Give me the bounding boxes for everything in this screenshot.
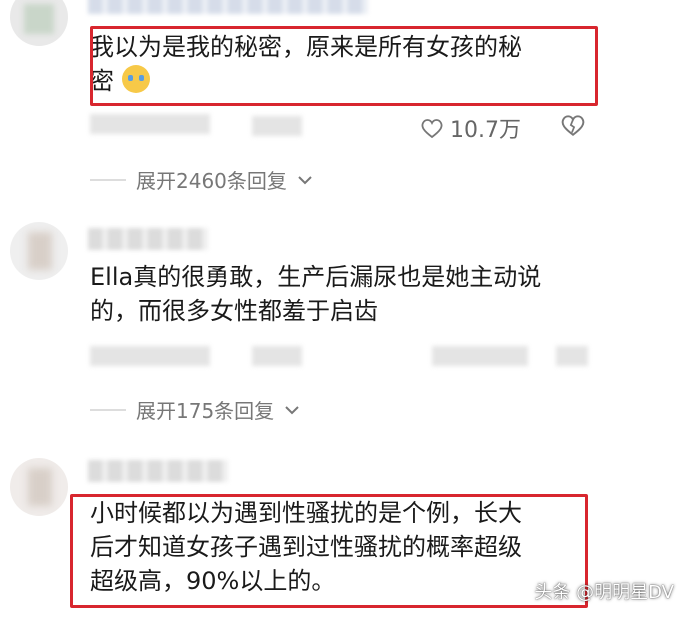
timestamp-blurred xyxy=(90,346,210,366)
expand-replies-button[interactable]: 展开2460条回复 xyxy=(90,165,313,194)
location-blurred xyxy=(252,346,302,366)
expand-replies-button[interactable]: 展开175条回复 xyxy=(90,395,300,424)
watermark: 头条 @明明星DV xyxy=(534,582,674,603)
expand-replies-label: 展开2460条回复 xyxy=(136,169,287,193)
username-blurred[interactable] xyxy=(88,228,208,250)
comment-text-line: 的，而很多女性都羞于启齿 xyxy=(90,297,378,325)
expand-replies-label: 展开175条回复 xyxy=(136,399,275,423)
chevron-down-icon xyxy=(298,175,312,184)
comment-text-line: Ella真的很勇敢，生产后漏尿也是她主动说 xyxy=(90,263,542,291)
heart-icon xyxy=(421,119,443,139)
username-blurred[interactable] xyxy=(88,460,228,482)
divider-line xyxy=(90,408,126,411)
like-button[interactable]: 10.7万 xyxy=(420,112,521,144)
avatar[interactable] xyxy=(10,222,68,280)
broken-heart-icon[interactable] xyxy=(560,113,586,137)
divider-line xyxy=(90,178,126,181)
avatar[interactable] xyxy=(10,458,68,516)
like-button-blurred[interactable] xyxy=(432,346,528,366)
highlight-box xyxy=(90,26,598,106)
like-count: 10.7万 xyxy=(450,118,521,143)
chevron-down-icon xyxy=(285,405,299,414)
dislike-button-blurred[interactable] xyxy=(556,346,588,366)
location-blurred xyxy=(252,116,302,136)
avatar[interactable] xyxy=(10,0,68,46)
comment-text: Ella真的很勇敢，生产后漏尿也是她主动说 的，而很多女性都羞于启齿 xyxy=(90,260,541,328)
timestamp-blurred xyxy=(90,114,210,134)
highlight-box xyxy=(70,494,588,608)
username-blurred[interactable] xyxy=(88,0,368,14)
